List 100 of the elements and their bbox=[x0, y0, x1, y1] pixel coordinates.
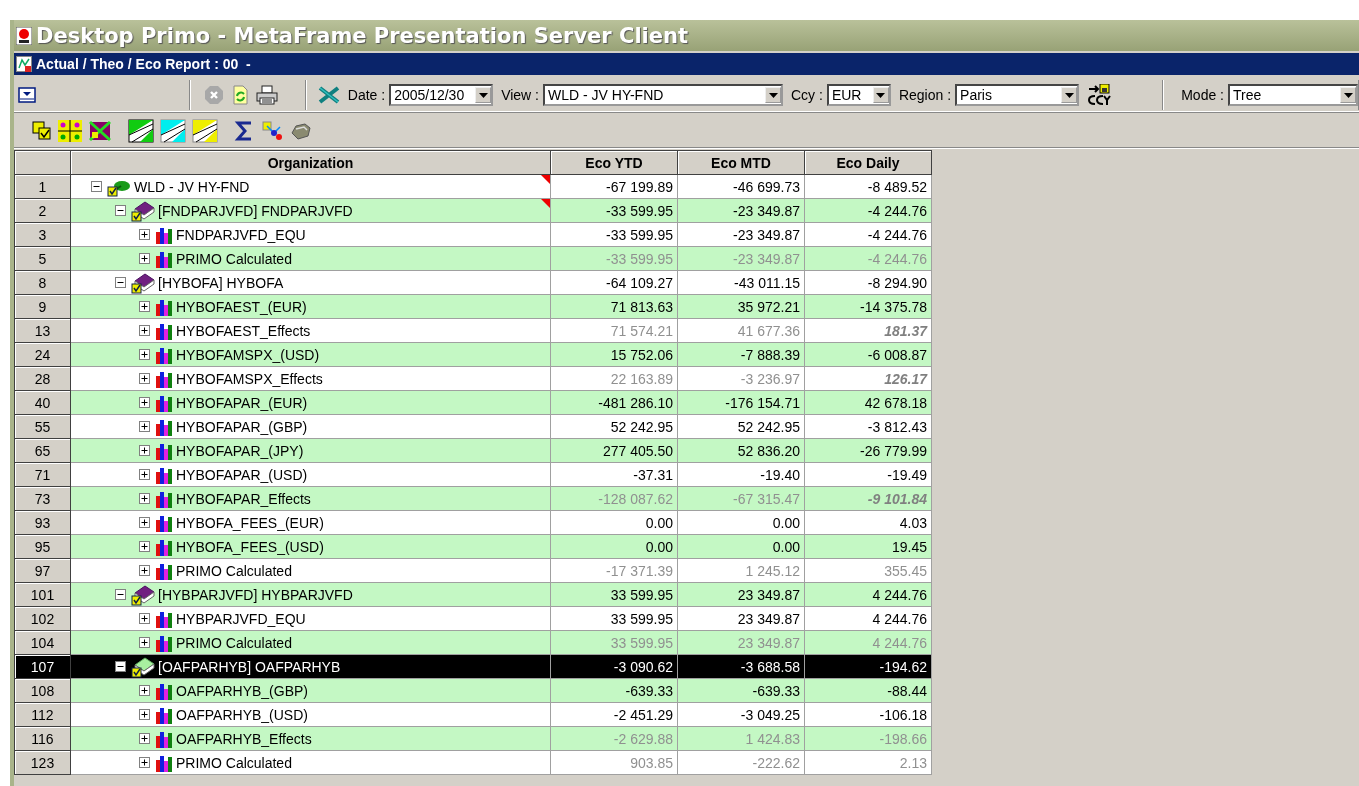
node-label: PRIMO Calculated bbox=[176, 250, 292, 267]
row-header[interactable]: 108 bbox=[14, 678, 71, 703]
row-header[interactable]: 1 bbox=[14, 174, 71, 199]
row-header[interactable]: 95 bbox=[14, 534, 71, 559]
row-header[interactable]: 3 bbox=[14, 222, 71, 247]
row-header[interactable]: 9 bbox=[14, 294, 71, 319]
expand-icon[interactable] bbox=[139, 565, 150, 576]
report-icon bbox=[16, 56, 32, 72]
column-header[interactable]: Eco Daily bbox=[804, 150, 932, 175]
caret-icon[interactable] bbox=[475, 87, 492, 103]
diagonal-fill-icon[interactable] bbox=[128, 119, 154, 143]
row-header[interactable]: 102 bbox=[14, 606, 71, 631]
row-header[interactable]: 5 bbox=[14, 246, 71, 271]
table-cell: 181.37 bbox=[804, 318, 932, 343]
dropdown-icon[interactable] bbox=[18, 87, 36, 103]
collapse-icon[interactable] bbox=[91, 181, 102, 192]
row-header[interactable]: 65 bbox=[14, 438, 71, 463]
expand-icon[interactable] bbox=[139, 541, 150, 552]
stone-icon[interactable] bbox=[290, 121, 312, 141]
column-header[interactable]: Eco MTD bbox=[677, 150, 805, 175]
cross-icon[interactable] bbox=[88, 120, 112, 142]
table-cell: -23 349.87 bbox=[677, 246, 805, 271]
bar-chart-icon bbox=[155, 321, 173, 340]
grid-icon[interactable] bbox=[58, 120, 82, 142]
row-header[interactable]: 8 bbox=[14, 270, 71, 295]
row-header[interactable]: 24 bbox=[14, 342, 71, 367]
diagonal-stripe-icon[interactable] bbox=[160, 119, 186, 143]
expand-icon[interactable] bbox=[139, 709, 150, 720]
row-header[interactable]: 104 bbox=[14, 630, 71, 655]
expand-icon[interactable] bbox=[139, 421, 150, 432]
row-header[interactable]: 116 bbox=[14, 726, 71, 751]
row-header[interactable]: 2 bbox=[14, 198, 71, 223]
row-header[interactable]: 13 bbox=[14, 318, 71, 343]
caret-icon[interactable] bbox=[1340, 87, 1356, 103]
dropdown[interactable]: EUR bbox=[826, 84, 891, 106]
expand-icon[interactable] bbox=[139, 733, 150, 744]
table-cell: 35 972.21 bbox=[677, 294, 805, 319]
node-label: HYBOFAPAR_(USD) bbox=[176, 466, 308, 483]
row-header[interactable]: 71 bbox=[14, 462, 71, 487]
bar-chart-icon bbox=[155, 297, 173, 316]
currency-icon[interactable] bbox=[1087, 84, 1112, 106]
table-cell: 42 678.18 bbox=[804, 390, 932, 415]
expand-icon[interactable] bbox=[139, 397, 150, 408]
table-cell: -194.62 bbox=[804, 654, 932, 679]
collapse-icon[interactable] bbox=[115, 277, 126, 288]
expand-icon[interactable] bbox=[139, 685, 150, 696]
row-header[interactable]: 55 bbox=[14, 414, 71, 439]
table-cell: 0.00 bbox=[677, 510, 805, 535]
column-header[interactable]: Organization bbox=[70, 150, 551, 175]
column-header[interactable]: Eco YTD bbox=[550, 150, 678, 175]
row-header[interactable]: 123 bbox=[14, 750, 71, 775]
expand-icon[interactable] bbox=[139, 637, 150, 648]
expand-icon[interactable] bbox=[139, 469, 150, 480]
expand-icon[interactable] bbox=[139, 229, 150, 240]
row-header[interactable]: 97 bbox=[14, 558, 71, 583]
table-cell: -639.33 bbox=[677, 678, 805, 703]
row-header[interactable]: 112 bbox=[14, 702, 71, 727]
node-label: HYBOFAPAR_Effects bbox=[176, 490, 311, 507]
row-header[interactable]: 28 bbox=[14, 366, 71, 391]
collapse-icon[interactable] bbox=[115, 661, 126, 672]
caret-icon[interactable] bbox=[872, 87, 889, 103]
expand-icon[interactable] bbox=[139, 253, 150, 264]
bar-chart-icon bbox=[155, 465, 173, 484]
table-cell: -17 371.39 bbox=[550, 558, 678, 583]
table-cell: -4 244.76 bbox=[804, 222, 932, 247]
caret-icon[interactable] bbox=[1061, 87, 1078, 103]
dropdown[interactable]: 2005/12/30 bbox=[389, 84, 494, 106]
expand-icon[interactable] bbox=[139, 757, 150, 768]
table-cell: 4 244.76 bbox=[804, 630, 932, 655]
table-cell: 4 244.76 bbox=[804, 582, 932, 607]
table-cell: 1 424.83 bbox=[677, 726, 805, 751]
diagonal-band-icon[interactable] bbox=[192, 119, 218, 143]
node-label: OAFPARHYB_(GBP) bbox=[176, 682, 308, 699]
table-cell: 126.17 bbox=[804, 366, 932, 391]
expand-icon[interactable] bbox=[139, 373, 150, 384]
dropdown[interactable]: WLD - JV HY-FND bbox=[543, 84, 783, 106]
bar-chart-icon bbox=[155, 561, 173, 580]
table-cell: 0.00 bbox=[677, 534, 805, 559]
expand-icon[interactable] bbox=[139, 301, 150, 312]
expand-icon[interactable] bbox=[139, 445, 150, 456]
print-icon[interactable] bbox=[255, 85, 278, 105]
row-header[interactable]: 101 bbox=[14, 582, 71, 607]
row-header[interactable]: 73 bbox=[14, 486, 71, 511]
row-header[interactable]: 93 bbox=[14, 510, 71, 535]
expand-icon[interactable] bbox=[139, 613, 150, 624]
row-header[interactable]: 107 bbox=[14, 654, 71, 679]
expand-icon[interactable] bbox=[139, 517, 150, 528]
select-icon[interactable] bbox=[32, 121, 52, 141]
dropdown[interactable]: Paris bbox=[955, 84, 1080, 106]
collapse-icon[interactable] bbox=[115, 205, 126, 216]
expand-icon[interactable] bbox=[139, 349, 150, 360]
node-label: PRIMO Calculated bbox=[176, 754, 292, 771]
table-cell: -33 599.95 bbox=[550, 198, 678, 223]
collapse-icon[interactable] bbox=[115, 589, 126, 600]
expand-icon[interactable] bbox=[139, 325, 150, 336]
row-header[interactable]: 40 bbox=[14, 390, 71, 415]
dropdown[interactable]: Tree bbox=[1228, 84, 1358, 106]
network-icon[interactable] bbox=[262, 121, 284, 141]
caret-icon[interactable] bbox=[765, 87, 781, 103]
expand-icon[interactable] bbox=[139, 493, 150, 504]
